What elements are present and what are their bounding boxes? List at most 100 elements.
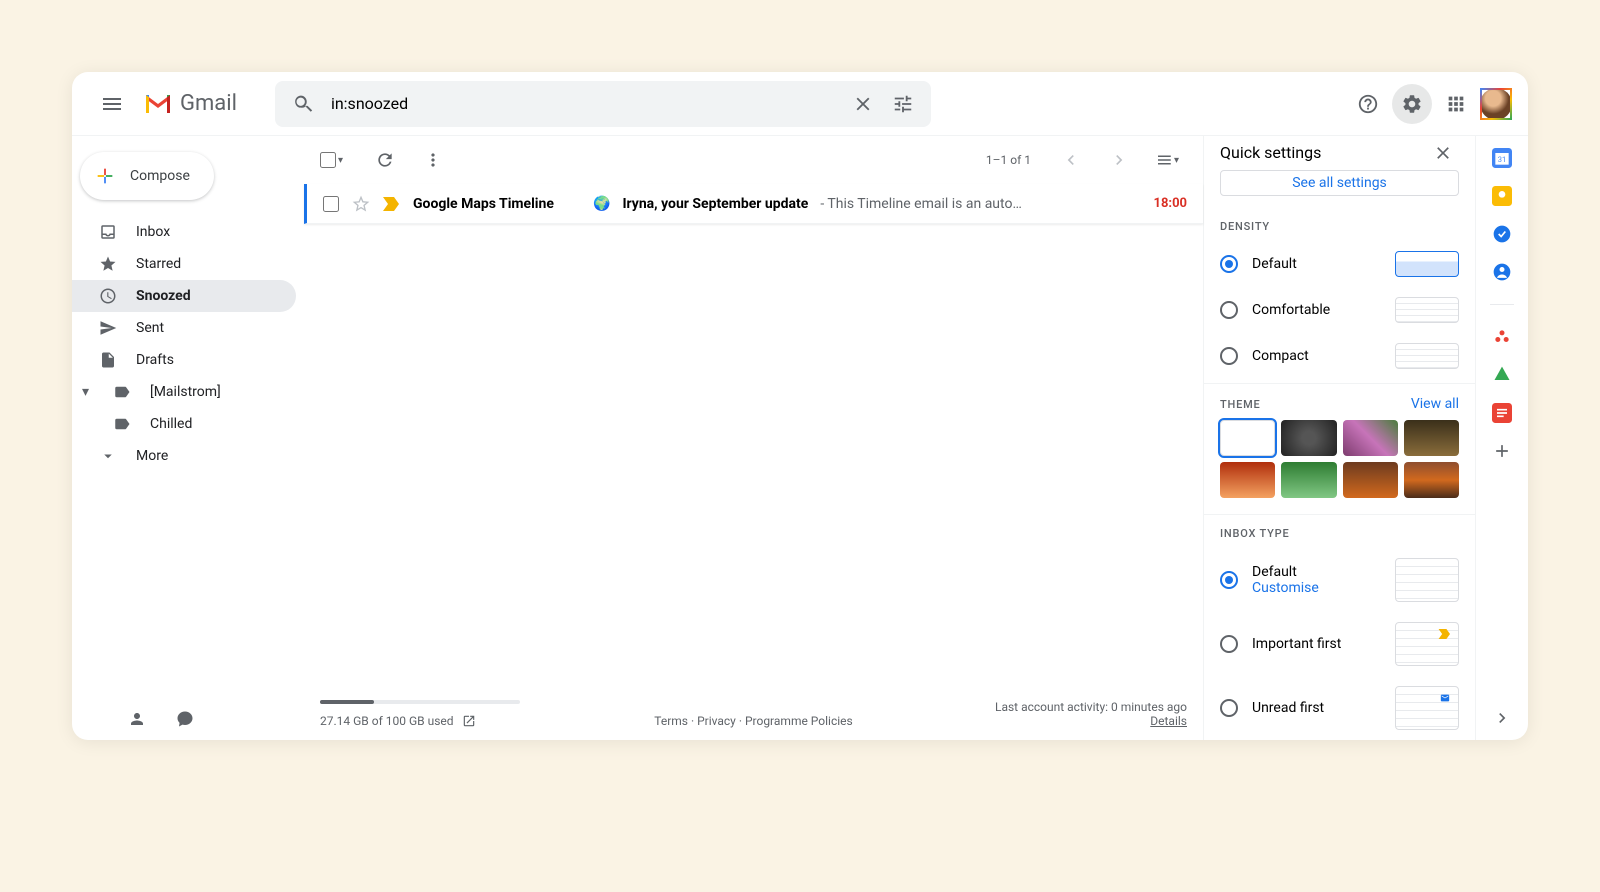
calendar-app-icon[interactable]: 31 <box>1492 148 1512 168</box>
policies-link[interactable]: Programme Policies <box>745 714 853 728</box>
inbox-type-heading: INBOX TYPE <box>1204 519 1475 548</box>
storage-bar <box>320 700 520 704</box>
more-vert-icon <box>423 150 443 170</box>
important-marker[interactable] <box>383 197 401 211</box>
tasks-app-icon[interactable] <box>1492 224 1512 244</box>
tune-icon <box>892 93 914 115</box>
density-comfortable[interactable]: Comfortable <box>1204 287 1475 333</box>
more-actions-button[interactable] <box>413 140 453 180</box>
clock-icon <box>98 287 118 305</box>
addon-icon-3[interactable] <box>1492 403 1512 423</box>
caret-down-icon: ▾ <box>82 384 94 400</box>
gear-icon <box>1401 93 1423 115</box>
sidebar-item-starred[interactable]: Starred <box>72 248 296 280</box>
hide-side-panel-button[interactable] <box>1492 708 1512 728</box>
keep-app-icon[interactable] <box>1492 186 1512 206</box>
sidebar-item-drafts[interactable]: Drafts <box>72 344 296 376</box>
mail-icon <box>1438 693 1452 703</box>
sidebar-item-more[interactable]: More <box>72 440 296 472</box>
get-addons-button[interactable] <box>1492 441 1512 461</box>
sidebar-label: [Mailstrom] <box>150 384 221 400</box>
file-icon <box>98 351 118 369</box>
theme-tile[interactable] <box>1343 462 1398 498</box>
theme-tile[interactable] <box>1220 462 1275 498</box>
inbox-type-unread[interactable]: Unread first <box>1204 676 1475 740</box>
email-checkbox[interactable] <box>323 196 339 212</box>
view-stream-icon <box>1155 151 1173 169</box>
search-input[interactable] <box>323 94 843 113</box>
support-button[interactable] <box>1348 84 1388 124</box>
send-icon <box>98 319 118 337</box>
sidebar-item-snoozed[interactable]: Snoozed <box>72 280 296 312</box>
theme-tile[interactable] <box>1404 462 1459 498</box>
star-toggle[interactable] <box>351 194 371 214</box>
theme-tile[interactable] <box>1281 420 1336 456</box>
radio-button[interactable] <box>1220 571 1238 589</box>
settings-title: Quick settings <box>1220 143 1321 162</box>
gmail-icon <box>144 93 172 115</box>
main-menu-button[interactable] <box>88 80 136 128</box>
select-all-checkbox[interactable] <box>320 152 336 168</box>
help-icon <box>1357 93 1379 115</box>
theme-tile[interactable] <box>1281 462 1336 498</box>
email-subject: Iryna, your September update <box>622 196 808 212</box>
search-icon <box>292 93 314 115</box>
older-button[interactable] <box>1099 140 1139 180</box>
details-link[interactable]: Details <box>1150 714 1187 728</box>
person-status-icon[interactable] <box>128 710 146 728</box>
hangouts-icon[interactable] <box>176 710 194 728</box>
sidebar-item-sent[interactable]: Sent <box>72 312 296 344</box>
density-preview <box>1395 297 1459 323</box>
search-options-button[interactable] <box>883 84 923 124</box>
sidebar-label: Sent <box>136 320 164 336</box>
privacy-link[interactable]: Privacy <box>697 714 736 728</box>
close-settings-button[interactable] <box>1427 137 1459 169</box>
compose-button[interactable]: Compose <box>80 152 214 200</box>
inbox-type-default[interactable]: Default Customise <box>1204 548 1475 612</box>
select-dropdown-icon[interactable]: ▾ <box>338 155 343 166</box>
terms-link[interactable]: Terms <box>654 714 688 728</box>
email-sender: Google Maps Timeline <box>413 196 581 212</box>
contacts-app-icon[interactable] <box>1492 262 1512 282</box>
refresh-button[interactable] <box>365 140 405 180</box>
radio-button[interactable] <box>1220 255 1238 273</box>
inbox-type-important[interactable]: Important first <box>1204 612 1475 676</box>
density-default[interactable]: Default <box>1204 241 1475 287</box>
addon-icon-1[interactable] <box>1492 327 1512 347</box>
important-icon <box>1438 629 1452 639</box>
open-external-icon[interactable] <box>462 714 476 728</box>
sidebar-label: Chilled <box>150 416 192 432</box>
see-all-settings-button[interactable]: See all settings <box>1220 170 1459 196</box>
close-icon <box>1433 143 1453 163</box>
density-compact[interactable]: Compact <box>1204 333 1475 379</box>
gmail-logo[interactable]: Gmail <box>144 91 267 116</box>
radio-button[interactable] <box>1220 347 1238 365</box>
star-outline-icon <box>351 194 371 214</box>
theme-tile[interactable] <box>1220 420 1275 456</box>
customise-link[interactable]: Customise <box>1252 580 1381 596</box>
sidebar-item-chilled[interactable]: Chilled <box>72 408 296 440</box>
email-emoji: 🌍 <box>593 196 610 212</box>
apps-icon <box>1445 93 1467 115</box>
density-heading: DENSITY <box>1204 212 1475 241</box>
sidebar-item-inbox[interactable]: Inbox <box>72 216 296 248</box>
email-row[interactable]: Google Maps Timeline 🌍 Iryna, your Septe… <box>304 184 1203 224</box>
radio-button[interactable] <box>1220 699 1238 717</box>
view-all-themes-link[interactable]: View all <box>1411 396 1459 412</box>
radio-button[interactable] <box>1220 301 1238 319</box>
theme-tile[interactable] <box>1404 420 1459 456</box>
sidebar-item-mailstrom[interactable]: ▾ [Mailstrom] <box>72 376 296 408</box>
settings-button[interactable] <box>1392 84 1432 124</box>
theme-tile[interactable] <box>1343 420 1398 456</box>
label-icon <box>112 383 132 401</box>
newer-button[interactable] <box>1051 140 1091 180</box>
split-pane-button[interactable]: ▾ <box>1147 140 1187 180</box>
search-button[interactable] <box>283 84 323 124</box>
close-icon <box>852 93 874 115</box>
email-time: 18:00 <box>1154 196 1188 211</box>
radio-button[interactable] <box>1220 635 1238 653</box>
account-avatar[interactable] <box>1480 88 1512 120</box>
clear-search-button[interactable] <box>843 84 883 124</box>
addon-icon-2[interactable] <box>1492 365 1512 385</box>
apps-button[interactable] <box>1436 84 1476 124</box>
